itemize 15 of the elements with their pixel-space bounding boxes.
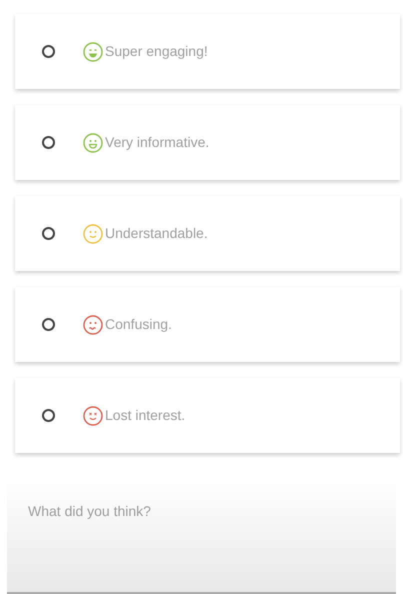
option-card[interactable]: Lost interest. <box>15 378 400 453</box>
option-label: Super engaging! <box>105 42 208 61</box>
radio-button[interactable] <box>42 45 55 58</box>
option-label: Confusing. <box>105 315 172 334</box>
option-card[interactable]: Understandable. <box>15 196 400 271</box>
radio-button[interactable] <box>42 409 55 422</box>
option-card[interactable]: Very informative. <box>15 105 400 180</box>
radio-button[interactable] <box>42 227 55 240</box>
radio-button[interactable] <box>42 318 55 331</box>
option-label: Very informative. <box>105 133 210 152</box>
option-card[interactable]: Confusing. <box>15 287 400 362</box>
radio-button[interactable] <box>42 136 55 149</box>
option-card[interactable]: Super engaging! <box>15 14 400 89</box>
option-label: Lost interest. <box>105 406 186 425</box>
option-label: Understandable. <box>105 224 208 243</box>
